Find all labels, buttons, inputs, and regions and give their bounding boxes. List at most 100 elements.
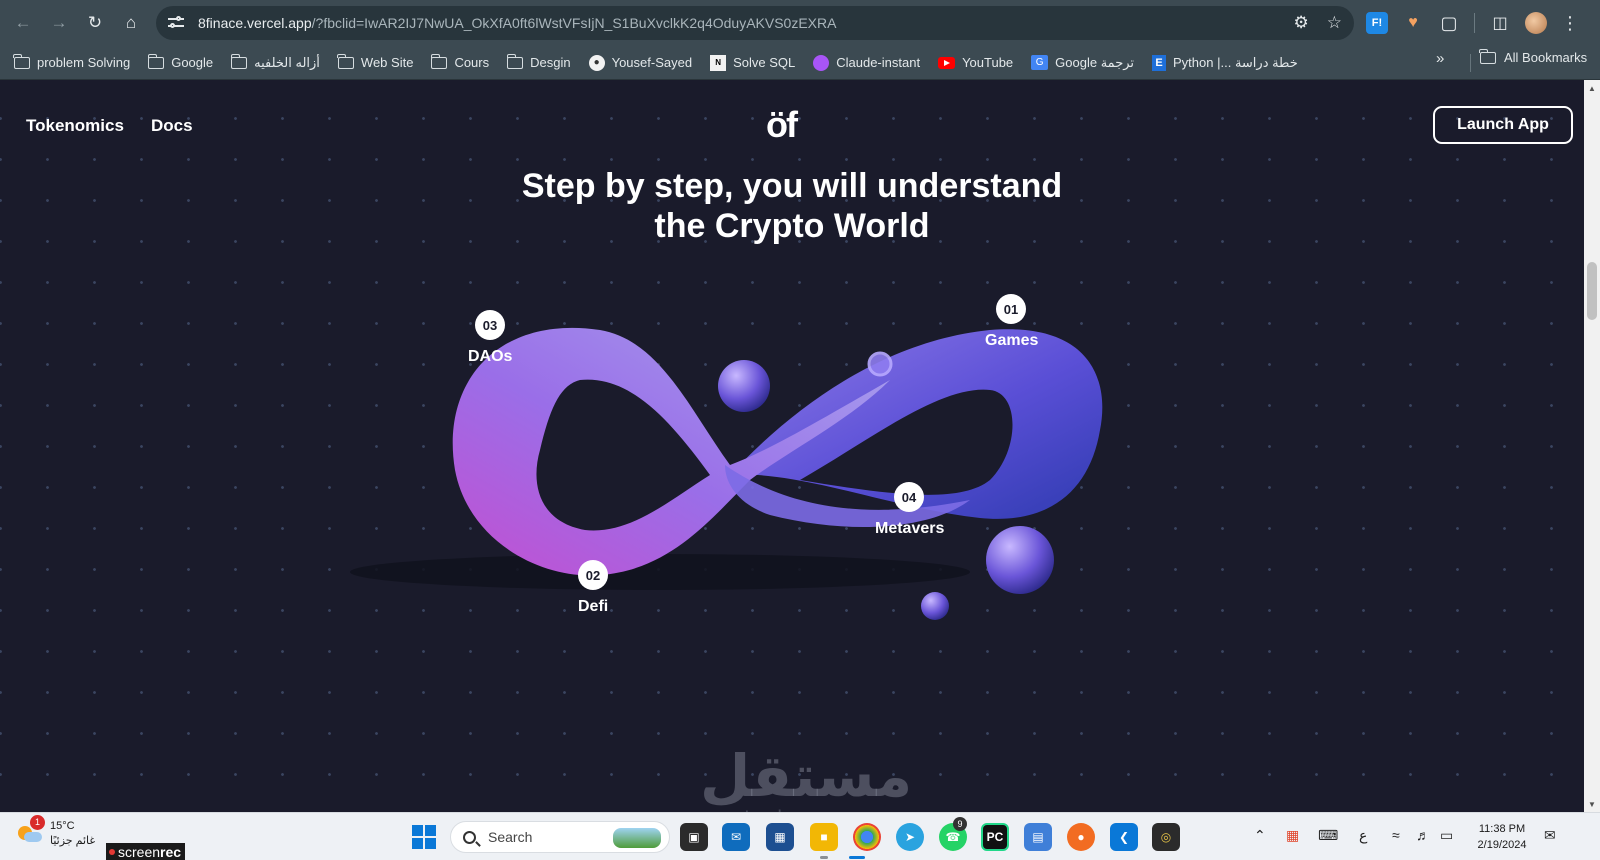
battery-icon[interactable]: ▭	[1440, 827, 1453, 844]
address-bar[interactable]: 8finace.vercel.app/?fbclid=IwAR2IJ7NwUA_…	[156, 6, 1354, 40]
claude-icon	[813, 54, 830, 71]
home-icon[interactable]: ⌂	[116, 8, 146, 38]
editor-app-icon[interactable]: ◎	[1152, 823, 1180, 851]
store-icon[interactable]: ▦	[766, 823, 794, 851]
step-daos-label[interactable]: DAOs	[468, 348, 512, 366]
forward-arrow-icon[interactable]: →	[44, 8, 74, 38]
volume-icon[interactable]: ♬	[1416, 827, 1430, 843]
mail-icon[interactable]: ✉	[722, 823, 750, 851]
extension-cat-icon[interactable]: ♥	[1402, 12, 1424, 34]
nav-docs-link[interactable]: Docs	[151, 116, 193, 136]
bookmark-label: أزاله الخلفيه	[254, 54, 320, 70]
bookmark-label: Yousef-Sayed	[611, 55, 693, 70]
bookmark-google-translate[interactable]: G Google ترجمة	[1023, 50, 1142, 76]
scroll-thumb[interactable]	[1587, 262, 1597, 320]
bookmark-youtube[interactable]: YouTube	[930, 50, 1021, 76]
network-app-icon[interactable]: ▤	[1024, 823, 1052, 851]
weather-widget[interactable]: 1 15°C غائم جزئيًا	[16, 815, 96, 849]
folder-icon	[337, 53, 354, 69]
task-view-icon[interactable]: ▣	[680, 823, 708, 851]
bookmark-label: Claude-instant	[836, 55, 921, 70]
weather-badge: 1	[30, 815, 45, 830]
keyboard-icon[interactable]: ⌨	[1318, 827, 1338, 844]
chrome-icon[interactable]	[853, 823, 881, 851]
windows-start-icon[interactable]	[412, 825, 436, 849]
postman-icon[interactable]: ●	[1067, 823, 1095, 851]
url-host: 8finace.vercel.app	[198, 15, 312, 31]
launch-app-button[interactable]: Launch App	[1433, 106, 1573, 144]
bookmark-remove-background[interactable]: أزاله الخلفيه	[223, 50, 328, 76]
bookmark-label: Web Site	[360, 55, 414, 70]
step-metavers-label[interactable]: Metavers	[875, 520, 944, 538]
bookmark-claude-instant[interactable]: Claude-instant	[805, 50, 928, 76]
all-bookmarks-button[interactable]: All Bookmarks	[1479, 48, 1588, 65]
bookmark-cours[interactable]: Cours	[423, 50, 497, 76]
site-settings-icon[interactable]	[168, 16, 184, 30]
bookmarks-divider	[1470, 54, 1471, 72]
reload-icon[interactable]: ↻	[80, 8, 110, 38]
scroll-down-icon[interactable]: ▼	[1588, 800, 1596, 809]
step-01-badge[interactable]: 01	[996, 294, 1026, 324]
bookmark-desgin[interactable]: Desgin	[499, 50, 578, 76]
wifi-icon[interactable]: ≈	[1392, 827, 1400, 843]
back-arrow-icon[interactable]: ←	[8, 8, 38, 38]
bookmark-yousef-sayed[interactable]: ● Yousef-Sayed	[581, 50, 700, 76]
folder-icon	[230, 53, 248, 69]
bookmark-solve-sql[interactable]: N Solve SQL	[702, 50, 803, 76]
side-panel-icon[interactable]: ◫	[1489, 12, 1511, 34]
kebab-menu-icon[interactable]: ⋮	[1561, 13, 1579, 34]
search-highlight-image	[613, 828, 661, 848]
bookmark-problem-solving[interactable]: problem Solving	[6, 50, 138, 76]
bookmark-label: Google ترجمة	[1055, 54, 1135, 70]
bookmark-label: Python |... خطة دراسة	[1173, 54, 1298, 70]
notification-bell-icon[interactable]: ✉	[1544, 827, 1556, 844]
google-translate-icon: G	[1031, 55, 1049, 70]
bookmark-web-site[interactable]: Web Site	[330, 50, 422, 76]
step-03-badge[interactable]: 03	[475, 310, 505, 340]
page-headline: Step by step, you will understand the Cr…	[400, 166, 1184, 246]
headline-line-2: the Crypto World	[654, 207, 930, 245]
whatsapp-badge: 9	[953, 817, 967, 831]
bookmark-label: Solve SQL	[733, 55, 796, 70]
tray-overflow-chevron-icon[interactable]: ⌃	[1254, 827, 1266, 844]
extension-f1-icon[interactable]: F!	[1366, 12, 1388, 34]
telegram-icon[interactable]: ➤	[896, 823, 924, 851]
step-04-badge[interactable]: 04	[894, 482, 924, 512]
step-defi-label[interactable]: Defi	[578, 598, 608, 616]
site-logo[interactable]: öf	[766, 104, 798, 146]
headline-line-1: Step by step, you will understand	[521, 167, 1063, 205]
weather-desc: غائم جزئيًا	[50, 835, 96, 847]
step-games-label[interactable]: Games	[985, 332, 1038, 350]
screenrec-label-b: rec	[160, 844, 182, 860]
nav-tokenomics-link[interactable]: Tokenomics	[26, 116, 124, 136]
pycharm-icon[interactable]: PC	[981, 823, 1009, 851]
profile-avatar[interactable]	[1525, 12, 1547, 34]
page-scrollbar[interactable]: ▲ ▼	[1584, 80, 1600, 812]
search-icon	[463, 830, 476, 844]
bookmark-python-plan[interactable]: E Python |... خطة دراسة	[1144, 50, 1306, 76]
clock-date: 2/19/2024	[1477, 839, 1527, 851]
scroll-up-icon[interactable]: ▲	[1588, 84, 1596, 93]
github-icon: ●	[588, 54, 605, 71]
all-bookmarks-label: All Bookmarks	[1504, 50, 1588, 65]
bookmark-label: Desgin	[530, 55, 571, 70]
taskbar-search[interactable]: Search	[450, 821, 670, 853]
more-bookmarks-chevron-icon[interactable]: »	[1436, 50, 1444, 67]
folder-icon	[1479, 48, 1496, 64]
language-indicator[interactable]: ع	[1359, 827, 1367, 844]
bookmark-star-icon[interactable]: ☆	[1327, 13, 1342, 33]
translate-icon[interactable]: ⚙	[1294, 13, 1309, 33]
vscode-icon[interactable]: ❮	[1110, 823, 1138, 851]
bookmark-google[interactable]: Google	[140, 50, 221, 76]
tray-app-icon[interactable]: ▦	[1286, 827, 1299, 844]
bookmark-label: YouTube	[962, 55, 1014, 70]
weather-temp: 15°C	[50, 820, 75, 832]
extensions-puzzle-icon[interactable]: ▢	[1438, 12, 1460, 34]
file-explorer-icon[interactable]: ■	[810, 823, 838, 851]
url-text[interactable]: 8finace.vercel.app/?fbclid=IwAR2IJ7NwUA_…	[198, 15, 836, 31]
bookmark-label: problem Solving	[37, 55, 131, 70]
system-clock[interactable]: 11:38 PM 2/19/2024	[1470, 821, 1534, 853]
step-02-badge[interactable]: 02	[578, 560, 608, 590]
mostaql-watermark: مستقل	[700, 742, 913, 810]
folder-icon	[430, 53, 448, 69]
